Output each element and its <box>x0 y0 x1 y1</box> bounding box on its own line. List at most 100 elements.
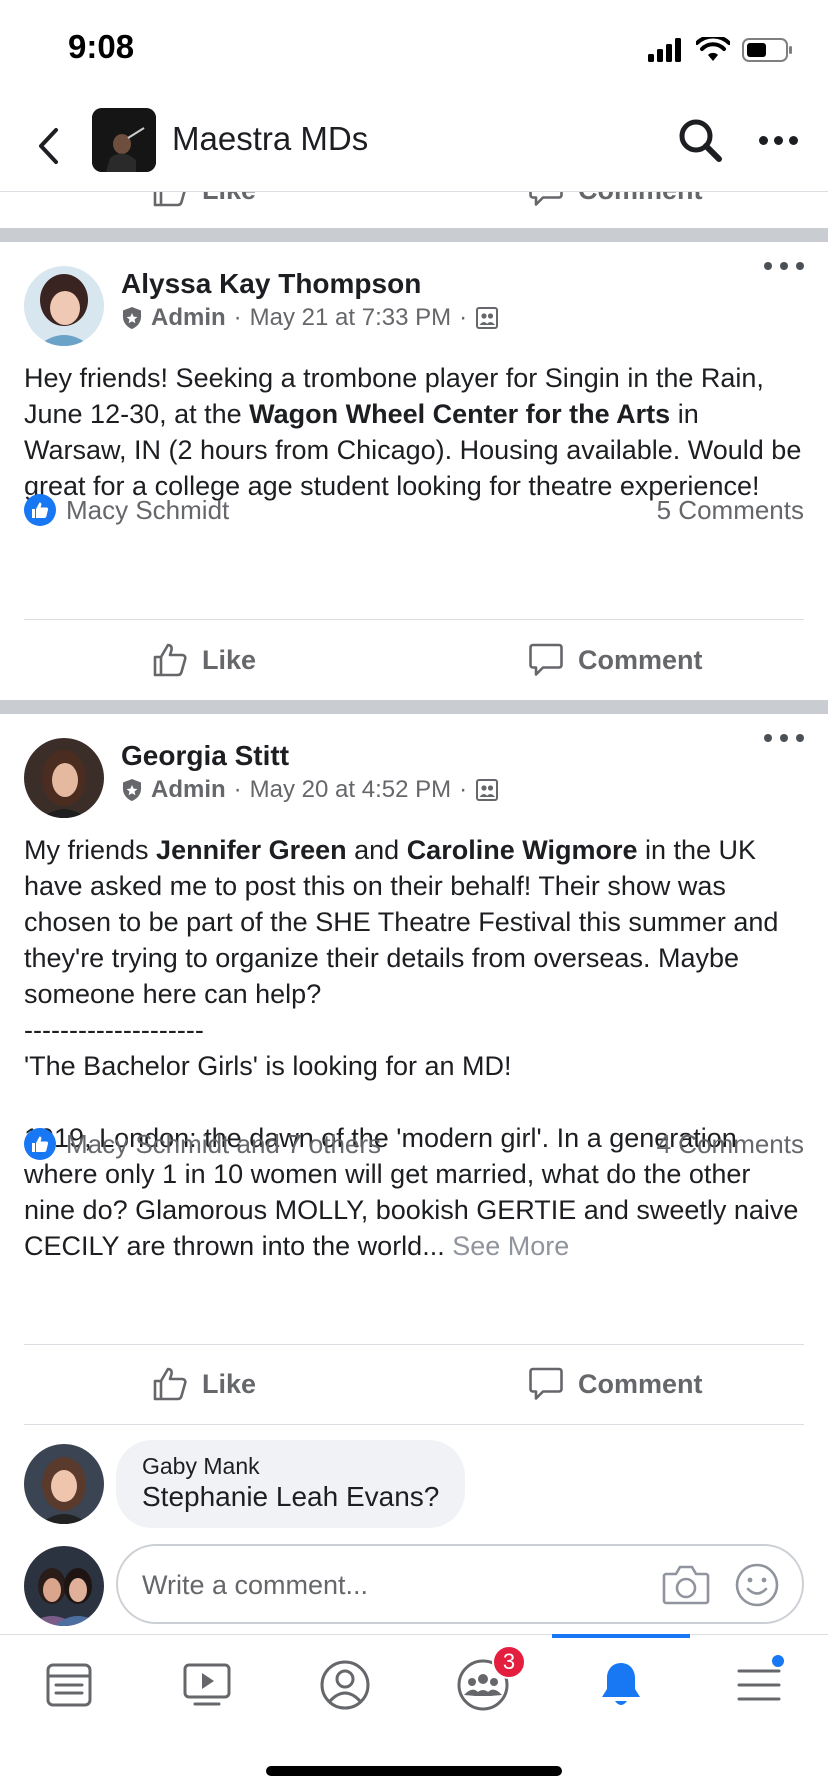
bell-icon <box>602 1663 640 1705</box>
like-button[interactable]: Like <box>152 1366 256 1402</box>
tab-profile[interactable] <box>276 1635 414 1735</box>
post-timestamp[interactable]: May 21 at 7:33 PM <box>250 304 451 332</box>
group-title[interactable]: Maestra MDs <box>172 120 368 158</box>
post-card: Georgia Stitt Admin · May 20 at 4:52 PM … <box>0 714 828 1634</box>
news-feed-icon <box>46 1663 92 1707</box>
comment-bubble[interactable]: Gaby Mank Stephanie Leah Evans? <box>116 1440 466 1528</box>
conductor-photo-icon <box>92 108 156 172</box>
post-separator <box>0 228 828 242</box>
user-mention-link[interactable]: Jennifer Green <box>156 835 347 865</box>
status-icons <box>648 34 794 66</box>
commenter-avatar[interactable] <box>24 1444 104 1524</box>
group-header: Maestra MDs <box>0 100 828 192</box>
search-button[interactable] <box>676 116 724 164</box>
post-options-button[interactable] <box>764 256 804 276</box>
author-photo-icon <box>24 738 104 818</box>
tab-news-feed[interactable] <box>0 1635 138 1735</box>
comments-count[interactable]: 5 Comments <box>657 495 804 526</box>
thumbs-up-icon <box>153 1367 187 1401</box>
previous-like-button[interactable]: Like <box>152 192 256 208</box>
like-label: Like <box>202 644 257 675</box>
divider <box>24 1344 804 1345</box>
dot-icon <box>796 734 804 742</box>
home-indicator[interactable] <box>266 1766 562 1776</box>
post-paragraph: My friends Jennifer Green and Caroline W… <box>24 832 808 1012</box>
tab-groups[interactable]: 3 <box>414 1635 552 1735</box>
user-mention-link[interactable]: Caroline Wigmore <box>407 835 638 865</box>
author-avatar[interactable] <box>24 266 104 346</box>
status-bar: 9:08 <box>0 0 828 100</box>
post-timestamp[interactable]: May 20 at 4:52 PM <box>250 776 451 804</box>
camera-icon <box>662 1565 710 1605</box>
post-text-part: My friends <box>24 835 157 865</box>
write-comment-field[interactable] <box>116 1544 804 1624</box>
dot-icon <box>796 262 804 270</box>
post-author[interactable]: Alyssa Kay Thompson <box>121 268 421 300</box>
like-reaction-icon <box>24 494 56 526</box>
like-label: Like <box>202 1368 257 1399</box>
previous-post-actions: Like Comment <box>0 192 828 228</box>
dot-icon <box>773 135 783 145</box>
back-button[interactable] <box>28 120 68 172</box>
post-meta: Admin · May 20 at 4:52 PM · <box>121 776 499 804</box>
page-mention-link[interactable]: Wagon Wheel Center for the Arts <box>249 399 670 429</box>
dot-icon <box>788 135 798 145</box>
group-audience-icon <box>476 307 499 329</box>
commenter-name[interactable]: Gaby Mank <box>142 1452 439 1480</box>
post-rule-line: -------------------- <box>24 1015 204 1045</box>
previous-comment-button[interactable]: Comment <box>528 192 703 208</box>
group-avatar[interactable] <box>92 108 156 172</box>
wifi-icon <box>696 37 730 61</box>
see-more-link[interactable]: See More <box>452 1231 569 1261</box>
comment-input[interactable] <box>142 1564 642 1606</box>
dot-icon <box>780 734 788 742</box>
meta-separator: · <box>233 776 242 803</box>
my-avatar[interactable] <box>24 1546 104 1626</box>
more-options-button[interactable] <box>752 120 804 160</box>
groups-badge: 3 <box>492 1645 526 1679</box>
post-separator <box>0 700 828 714</box>
like-button[interactable]: Like <box>152 642 256 678</box>
post-options-button[interactable] <box>764 728 804 748</box>
admin-label: Admin <box>151 776 226 803</box>
post-author[interactable]: Georgia Stitt <box>121 740 289 772</box>
tab-notifications[interactable] <box>552 1634 690 1735</box>
tab-watch[interactable] <box>138 1635 276 1735</box>
comment-button[interactable]: Comment <box>528 642 703 678</box>
post-text: My friends Jennifer Green and Caroline W… <box>24 832 808 1264</box>
meta-separator: · <box>459 304 468 331</box>
comment-label: Comment <box>578 192 703 206</box>
divider <box>24 1424 804 1425</box>
emoji-button[interactable] <box>734 1562 780 1608</box>
comment-button[interactable]: Comment <box>528 1366 703 1402</box>
tab-menu[interactable] <box>690 1635 828 1735</box>
commenter-photo-icon <box>24 1444 104 1524</box>
chevron-left-icon <box>39 128 58 164</box>
reactions-summary[interactable]: Macy Schmidt and 7 others 4 Comments <box>24 1124 804 1164</box>
thumbs-up-icon <box>153 192 186 207</box>
comments-count[interactable]: 4 Comments <box>657 1129 804 1160</box>
comment-icon <box>529 192 563 206</box>
dot-icon <box>758 135 768 145</box>
reactions-summary[interactable]: Macy Schmidt 5 Comments <box>24 490 804 530</box>
smiley-icon <box>735 1563 779 1607</box>
reactions-left: Macy Schmidt <box>24 494 229 526</box>
video-play-icon <box>183 1663 231 1706</box>
dot-icon <box>764 734 772 742</box>
bottom-tab-bar: 3 <box>0 1634 828 1734</box>
search-icon <box>679 119 722 162</box>
reactors-text: Macy Schmidt <box>66 494 230 525</box>
post-text-part: and <box>346 835 407 865</box>
comment-icon <box>529 1367 563 1400</box>
post-card: Alyssa Kay Thompson Admin · May 21 at 7:… <box>0 242 828 700</box>
comment: Gaby Mank Stephanie Leah Evans? <box>24 1440 804 1530</box>
profile-icon <box>320 1660 370 1710</box>
divider <box>24 619 804 620</box>
post-meta: Admin · May 21 at 7:33 PM · <box>121 304 499 332</box>
author-avatar[interactable] <box>24 738 104 818</box>
user-photo-icon <box>24 1546 104 1626</box>
camera-button[interactable] <box>662 1562 710 1606</box>
comment-label: Comment <box>578 644 703 675</box>
group-audience-icon <box>476 779 499 801</box>
